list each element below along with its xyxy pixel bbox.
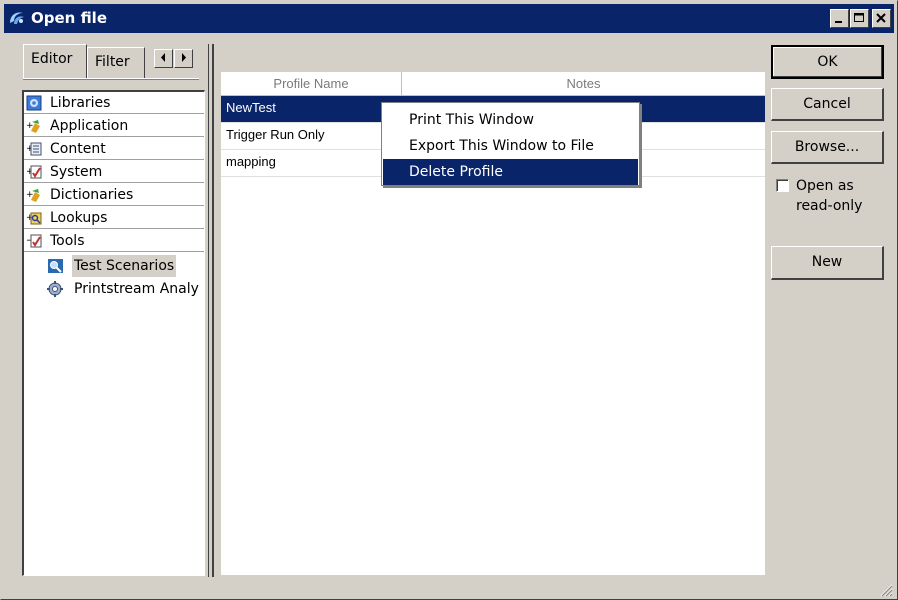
context-menu: Print This Window Export This Window to … [381, 102, 640, 186]
lookups-icon: + [26, 212, 42, 225]
tree-item-content[interactable]: + Content [24, 138, 204, 160]
profile-name-cell: Trigger Run Only [226, 127, 325, 142]
close-button[interactable] [872, 9, 891, 28]
title-bar[interactable]: Open file [4, 4, 894, 33]
minimize-icon [835, 21, 842, 23]
dictionaries-icon: + [26, 189, 40, 202]
open-read-only-checkbox[interactable] [776, 179, 789, 192]
new-button[interactable]: New [771, 246, 884, 280]
test-scenarios-icon [48, 259, 63, 273]
tree-item-label: Libraries [50, 95, 111, 111]
application-icon: + [26, 120, 40, 133]
column-header-notes[interactable]: Notes [402, 72, 765, 96]
menu-item-print-window[interactable]: Print This Window [383, 107, 638, 133]
tree-item-label: Dictionaries [50, 187, 134, 203]
profile-name-cell: NewTest [226, 100, 276, 115]
tree-item-label: Content [50, 141, 106, 157]
menu-item-delete-profile[interactable]: Delete Profile [383, 159, 638, 185]
minimize-button[interactable] [830, 9, 849, 28]
swirl-app-icon [10, 12, 24, 24]
profile-name-cell: mapping [226, 154, 276, 169]
tree-child-label: Test Scenarios [72, 255, 177, 277]
tab-editor-label: Editor [31, 51, 73, 67]
system-icon: + [26, 165, 42, 179]
tree-item-application[interactable]: + Application [24, 115, 204, 137]
cancel-button[interactable]: Cancel [771, 88, 884, 121]
close-icon [876, 13, 886, 23]
tree-item-label: System [50, 164, 103, 180]
tree-item-system[interactable]: + System [24, 161, 204, 183]
tree-item-label: Lookups [50, 210, 108, 226]
libraries-icon [26, 95, 42, 111]
browse-button[interactable]: Browse... [771, 131, 884, 164]
tab-scroll-left-button[interactable] [154, 49, 173, 68]
tree-item-label: Application [50, 118, 129, 134]
window-title: Open file [31, 9, 107, 27]
arrow-right-icon [182, 53, 186, 62]
menu-item-export-window[interactable]: Export This Window to File [383, 133, 638, 159]
tab-divider [23, 78, 199, 80]
tree-child-label: Printstream Analy [74, 281, 199, 297]
tab-filter[interactable]: Filter [87, 47, 145, 79]
tools-icon: − [26, 234, 42, 248]
tab-filter-label: Filter [95, 54, 130, 70]
arrow-left-icon [161, 53, 165, 62]
tree-item-label: Tools [50, 233, 85, 249]
content-icon: + [26, 142, 42, 156]
tab-scroll-right-button[interactable] [174, 49, 193, 68]
open-file-dialog: Open file Editor Filter Libraries + Appl… [0, 0, 898, 600]
tree-item-dictionaries[interactable]: + Dictionaries [24, 184, 204, 206]
maximize-icon [854, 13, 864, 22]
tree-item-libraries[interactable]: Libraries [24, 92, 204, 114]
tree-item-lookups[interactable]: + Lookups [24, 207, 204, 229]
category-tree[interactable]: Libraries + Application + Content + Syst… [22, 90, 205, 576]
open-read-only-label[interactable]: Open as read-only [796, 176, 886, 216]
resize-grip-icon[interactable] [877, 581, 893, 597]
tab-editor[interactable]: Editor [23, 44, 87, 78]
ok-button[interactable]: OK [771, 45, 884, 79]
column-header-profile-name[interactable]: Profile Name [221, 72, 402, 96]
panel-splitter[interactable] [208, 44, 214, 577]
printstream-analyzer-icon [47, 281, 63, 297]
tree-item-tools[interactable]: − Tools [24, 230, 204, 252]
maximize-button[interactable] [850, 9, 869, 28]
